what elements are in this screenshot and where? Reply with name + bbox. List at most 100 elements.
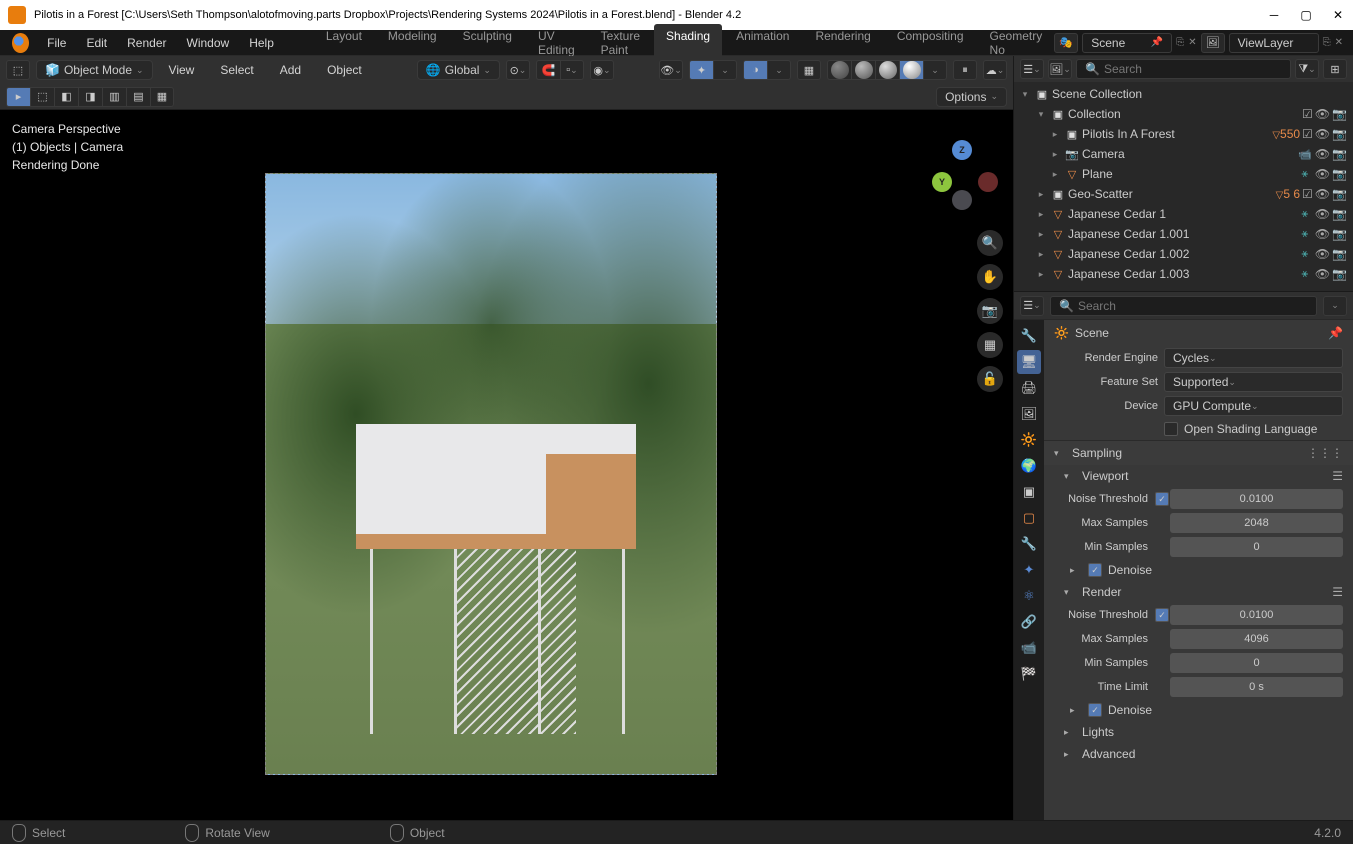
options-dropdown[interactable]: Options [936,87,1007,107]
properties-body[interactable]: 🔆 Scene 📌 Render Engine Cycles Feature S… [1044,320,1353,820]
tree-cedar-2[interactable]: ▸ ▽ Japanese Cedar 1.001 ⚹ 👁📷 [1014,224,1353,244]
tree-item-camera[interactable]: ▸ 📷 Camera 📹 👁📷 [1014,144,1353,164]
advanced-subpanel[interactable]: ▸ Advanced [1044,743,1353,765]
shading-solid[interactable] [851,60,875,80]
pivot-dropdown[interactable]: ⊙ [506,60,530,80]
add-menu[interactable]: Add [270,59,311,81]
eye-icon[interactable]: 👁 [1315,247,1330,261]
vp-noise-value[interactable]: 0.0100 [1170,489,1343,509]
overlay-toggle[interactable]: ◑ [743,60,767,80]
tree-cedar-3[interactable]: ▸ ▽ Japanese Cedar 1.002 ⚹ 👁📷 [1014,244,1353,264]
feature-set-dropdown[interactable]: Supported [1164,372,1343,392]
gizmo-x-axis[interactable] [978,172,998,192]
eye-icon[interactable]: 👁 [1315,107,1330,121]
chevron-right-icon[interactable]: ▸ [1048,169,1062,180]
osl-checkbox[interactable] [1164,422,1178,436]
chevron-down-icon[interactable]: ▾ [1034,109,1048,120]
tree-scene-collection[interactable]: ▾ ▣ Scene Collection [1014,84,1353,104]
gizmo-y-axis[interactable]: Y [932,172,952,192]
menu-file[interactable]: File [37,32,76,54]
tab-world[interactable]: 🌍 [1017,454,1041,478]
new-viewlayer-icon[interactable]: ⎘ [1323,37,1331,48]
tab-material[interactable]: 🏁 [1017,662,1041,686]
delete-viewlayer-icon[interactable]: ✕ [1335,37,1343,48]
tree-item-plane[interactable]: ▸ ▽ Plane ⚹ 👁📷 [1014,164,1353,184]
select-mode-3[interactable]: ◧ [54,87,78,107]
rn-noise-value[interactable]: 0.0100 [1170,605,1343,625]
gizmo-dropdown[interactable] [713,60,737,80]
sampling-panel-header[interactable]: ▾ Sampling ⋮⋮⋮ [1044,441,1353,465]
camera-icon[interactable]: 📷 [1332,167,1347,181]
pause-render-icon[interactable]: ⏸ [953,60,977,80]
chevron-right-icon[interactable]: ▸ [1048,129,1062,140]
chevron-right-icon[interactable]: ▸ [1034,189,1048,200]
tab-viewlayer[interactable]: 🖼 [1017,402,1041,426]
shading-material[interactable] [875,60,899,80]
camera-icon[interactable]: 📷 [1332,147,1347,161]
tweak-select-icon[interactable]: ▸ [6,87,30,107]
panel-menu-icon[interactable]: ⋮⋮⋮ [1307,446,1343,460]
chevron-right-icon[interactable]: ▸ [1034,229,1048,240]
preset-icon[interactable]: ☰ [1332,585,1343,599]
render-subpanel[interactable]: ▾ Render ☰ [1044,581,1353,603]
menu-help[interactable]: Help [239,32,284,54]
gizmo-z-axis[interactable]: Z [952,140,972,160]
menu-edit[interactable]: Edit [76,32,117,54]
tab-collection[interactable]: ▣ [1017,480,1041,504]
camera-icon[interactable]: 📷 [1332,207,1347,221]
shading-rendered[interactable] [899,60,923,80]
tab-render[interactable]: 🖥 [1017,350,1041,374]
mode-dropdown[interactable]: 🧊 Object Mode [36,60,153,80]
shading-dropdown[interactable] [923,60,947,80]
rn-max-value[interactable]: 4096 [1170,629,1343,649]
pin-icon[interactable]: 📌 [1151,37,1163,48]
tab-physics[interactable]: ⚛ [1017,584,1041,608]
eye-icon[interactable]: 👁 [1315,187,1330,201]
delete-scene-icon[interactable]: ✕ [1188,37,1196,48]
tab-output[interactable]: 🖨 [1017,376,1041,400]
pan-icon[interactable]: ✋ [977,264,1003,290]
device-dropdown[interactable]: GPU Compute [1164,396,1343,416]
viewlayer-browse-icon[interactable]: 🖼 [1201,33,1225,53]
eye-icon[interactable]: 👁 [1315,267,1330,281]
render-engine-dropdown[interactable]: Cycles [1164,348,1343,368]
outliner-search[interactable]: 🔍 Search [1076,59,1291,79]
snap-dropdown[interactable]: ▫ [560,60,584,80]
vp-noise-checkbox[interactable]: ✓ [1155,492,1169,506]
checkbox-icon[interactable]: ☑ [1302,107,1313,121]
outliner-editor-type[interactable]: ☰ [1020,59,1044,79]
eye-icon[interactable]: 👁 [1315,127,1330,141]
select-mode-7[interactable]: ▦ [150,87,174,107]
viewlayer-selector[interactable]: ViewLayer [1229,33,1319,53]
chevron-right-icon[interactable]: ▸ [1048,149,1062,160]
eye-icon[interactable]: 👁 [1315,207,1330,221]
select-mode-4[interactable]: ◨ [78,87,102,107]
scene-browse-icon[interactable]: 🎭 [1054,33,1078,53]
eye-icon[interactable]: 👁 [1315,147,1330,161]
tree-item-pilotis[interactable]: ▸ ▣ Pilotis In A Forest ▽550 ☑👁📷 [1014,124,1353,144]
chevron-right-icon[interactable]: ▸ [1034,249,1048,260]
new-scene-icon[interactable]: ⎘ [1176,37,1184,48]
close-button[interactable]: ✕ [1331,8,1345,22]
camera-icon[interactable]: 📷 [1332,127,1347,141]
perspective-toggle-icon[interactable]: ▦ [977,332,1003,358]
camera-view-icon[interactable]: 📷 [977,298,1003,324]
zoom-icon[interactable]: 🔍 [977,230,1003,256]
maximize-button[interactable]: ▢ [1299,8,1313,22]
lights-subpanel[interactable]: ▸ Lights [1044,721,1353,743]
camera-icon[interactable]: 📷 [1332,247,1347,261]
chevron-right-icon[interactable]: ▸ [1034,269,1048,280]
tree-cedar-4[interactable]: ▸ ▽ Japanese Cedar 1.003 ⚹ 👁📷 [1014,264,1353,284]
rn-noise-checkbox[interactable]: ✓ [1155,608,1169,622]
new-collection-icon[interactable]: ⊞ [1323,59,1347,79]
snap-toggle[interactable]: 🧲 [536,60,560,80]
view-menu[interactable]: View [159,59,205,81]
camera-icon[interactable]: 📷 [1332,267,1347,281]
tab-scene[interactable]: 🔆 [1017,428,1041,452]
rn-denoise-checkbox[interactable]: ✓ [1088,703,1102,717]
3d-viewport[interactable]: Camera Perspective (1) Objects | Camera … [0,110,1013,820]
gizmo-neg-axis[interactable] [952,190,972,210]
outliner[interactable]: ▾ ▣ Scene Collection ▾ ▣ Collection ☑👁📷 … [1014,82,1353,292]
menu-window[interactable]: Window [177,32,240,54]
gizmo-toggle[interactable]: ✦ [689,60,713,80]
